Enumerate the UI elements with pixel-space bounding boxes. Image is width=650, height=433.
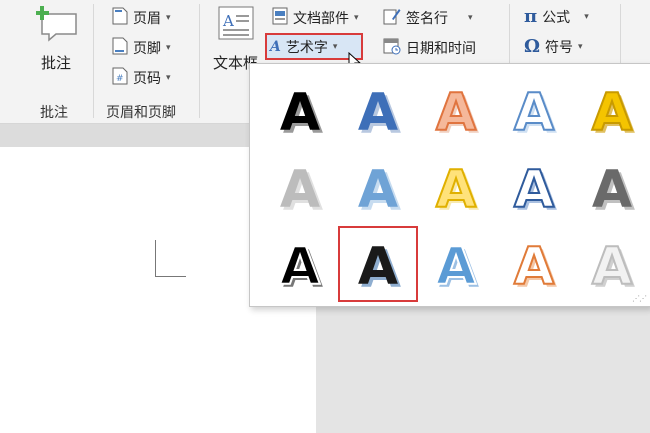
svg-text:A: A — [358, 160, 398, 220]
document-parts-icon — [272, 7, 288, 29]
svg-text:A: A — [222, 12, 234, 30]
document-parts-button[interactable]: 文档部件 ▾ — [272, 7, 359, 29]
wordart-letter-icon: AA — [513, 236, 557, 300]
textbox-icon: A — [218, 6, 254, 44]
wordart-style-13[interactable]: AA — [418, 228, 494, 300]
svg-text:A: A — [358, 237, 398, 297]
svg-text:A: A — [436, 83, 476, 143]
svg-text:A: A — [514, 237, 554, 297]
signature-pen-icon — [383, 7, 401, 29]
date-time-button[interactable]: 日期和时间 — [383, 37, 476, 59]
dropdown-arrow-icon: ▾ — [332, 42, 338, 52]
dropdown-arrow-icon: ▾ — [166, 13, 171, 23]
page-header-icon — [112, 7, 128, 29]
wordart-letter-icon: AA — [435, 82, 479, 146]
footer-button[interactable]: 页脚 ▾ — [112, 37, 171, 59]
wordart-style-5[interactable]: AA — [574, 74, 650, 146]
wordart-style-1[interactable]: AA — [262, 74, 338, 146]
wordart-style-11[interactable]: AA — [262, 228, 338, 300]
pi-icon: π — [524, 6, 538, 27]
omega-icon: Ω — [524, 36, 541, 57]
comment-button-label: 批注 — [41, 54, 72, 72]
svg-text:A: A — [280, 83, 320, 143]
wordart-letter-icon: AA — [591, 236, 635, 300]
wordart-style-4[interactable]: AA — [496, 74, 572, 146]
svg-text:A: A — [592, 237, 632, 297]
wordart-style-9[interactable]: AA — [496, 151, 572, 223]
wordart-letter-icon: AA — [358, 83, 401, 146]
dropdown-arrow-icon: ▾ — [578, 41, 583, 52]
wordart-letter-icon: AA — [513, 82, 557, 146]
wordart-letter-icon: AA — [280, 160, 323, 223]
page-footer-icon — [112, 37, 128, 59]
header-button-label: 页眉 — [133, 11, 161, 27]
svg-text:A: A — [280, 237, 320, 297]
wordart-button-label: 艺术字 — [285, 40, 328, 56]
dropdown-arrow-icon: ▾ — [166, 43, 171, 53]
dropdown-arrow-icon: ▾ — [468, 13, 473, 23]
wordart-style-8[interactable]: AA — [418, 151, 494, 223]
wordart-letter-icon: AA — [358, 237, 401, 300]
wordart-icon: A — [270, 39, 281, 55]
wordart-style-14[interactable]: AA — [496, 228, 572, 300]
equation-label: 公式 — [542, 9, 571, 26]
svg-text:A: A — [592, 160, 632, 220]
footer-button-label: 页脚 — [133, 41, 161, 57]
header-footer-group-label: 页眉和页脚 — [106, 105, 176, 121]
group-divider — [199, 4, 200, 118]
svg-text:A: A — [436, 237, 476, 297]
document-parts-label: 文档部件 — [293, 11, 349, 27]
comment-button[interactable]: 批注 — [34, 6, 80, 82]
signature-line-button[interactable]: 签名行 ▾ — [383, 7, 473, 29]
comment-add-icon — [35, 6, 80, 42]
wordart-style-6[interactable]: AA — [262, 151, 338, 223]
svg-text:A: A — [592, 83, 632, 143]
header-button[interactable]: 页眉 ▾ — [112, 7, 171, 29]
resize-grip-icon[interactable]: ⋰⋰ — [632, 294, 647, 303]
wordart-letter-icon: AA — [513, 159, 557, 223]
wordart-gallery: AAAAAAAAAAAAAAAAAAAAAAAAAAAAAA ⋰⋰ — [249, 63, 650, 307]
dropdown-arrow-icon: ▾ — [584, 11, 589, 22]
wordart-style-2[interactable]: AA — [340, 74, 416, 146]
wordart-letter-icon: AA — [280, 83, 323, 146]
page-number-button[interactable]: # 页码 ▾ — [112, 67, 171, 89]
symbol-label: 符号 — [545, 39, 574, 56]
svg-text:A: A — [358, 83, 398, 143]
group-divider — [93, 4, 94, 118]
wordart-letter-icon: AA — [591, 82, 635, 146]
page-number-icon: # — [112, 67, 128, 89]
wordart-letter-icon: AA — [358, 160, 401, 223]
wordart-button[interactable]: A 艺术字 ▾ — [270, 37, 337, 57]
wordart-letter-icon: AA — [435, 159, 479, 223]
wordart-letter-icon: AA — [279, 236, 323, 300]
calendar-clock-icon — [383, 37, 401, 59]
wordart-style-15[interactable]: AA — [574, 228, 650, 300]
wordart-letter-icon: AA — [435, 236, 479, 300]
wordart-style-12[interactable]: AA — [338, 226, 418, 302]
wordart-letter-icon: AA — [592, 160, 635, 223]
svg-text:A: A — [436, 160, 476, 220]
page-number-button-label: 页码 — [133, 71, 161, 87]
comment-group-label: 批注 — [40, 105, 68, 121]
dropdown-arrow-icon: ▾ — [354, 13, 359, 23]
signature-line-label: 签名行 — [406, 11, 448, 27]
wordart-style-3[interactable]: AA — [418, 74, 494, 146]
wordart-style-7[interactable]: AA — [340, 151, 416, 223]
wordart-style-10[interactable]: AA — [574, 151, 650, 223]
margin-corner-mark — [155, 240, 186, 277]
symbol-button[interactable]: Ω 符号 ▾ — [524, 36, 583, 57]
svg-text:#: # — [116, 74, 124, 84]
svg-text:A: A — [514, 83, 554, 143]
equation-button[interactable]: π 公式 ▾ — [524, 6, 589, 27]
dropdown-arrow-icon: ▾ — [166, 73, 171, 83]
date-time-label: 日期和时间 — [406, 41, 476, 57]
svg-text:A: A — [280, 160, 320, 220]
svg-text:A: A — [514, 160, 554, 220]
